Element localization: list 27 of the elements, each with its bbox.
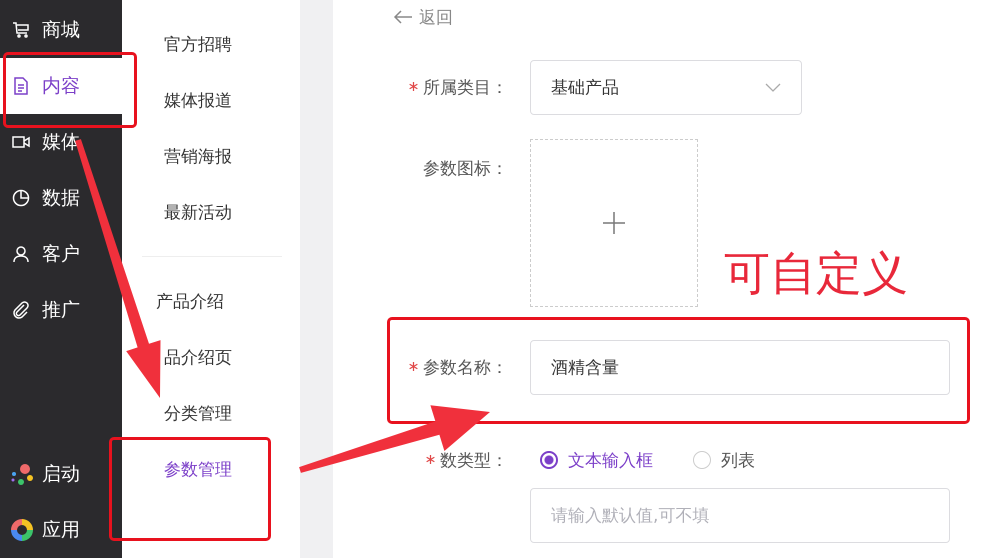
submenu-item[interactable]: 最新活动 xyxy=(164,200,232,224)
sidebar-item[interactable]: 数据 xyxy=(0,170,122,226)
app-label[interactable]: 应用 xyxy=(42,517,80,543)
sidebar-item[interactable]: 商城 xyxy=(0,2,122,58)
submenu-item[interactable]: 品介绍页 xyxy=(164,346,232,368)
category-select[interactable]: 基础产品 xyxy=(530,60,802,115)
default-value-input[interactable]: 请输入默认值,可不填 xyxy=(530,488,950,543)
submenu-item[interactable]: 分类管理 xyxy=(164,402,232,424)
name-input[interactable]: 酒精含量 xyxy=(530,340,950,395)
submenu-item[interactable]: 官方招聘 xyxy=(164,32,232,56)
field-label: 所属类目： xyxy=(423,77,508,99)
sidebar-item[interactable]: 推广 xyxy=(0,282,122,338)
radio-option[interactable]: 列表 xyxy=(693,448,755,472)
back-link[interactable]: 返回 xyxy=(393,4,453,30)
sidebar-item[interactable]: 媒体 xyxy=(0,114,122,170)
sidebar-item[interactable]: 客户 xyxy=(0,226,122,282)
sidebar-item[interactable]: 内容 xyxy=(0,58,122,114)
submenu-item[interactable]: 媒体报道 xyxy=(164,88,232,112)
field-label: 数类型： xyxy=(440,450,508,472)
field-label: 参数图标： xyxy=(423,158,508,180)
group-title: 产品介绍 xyxy=(156,290,224,312)
submenu-item[interactable]: 营销海报 xyxy=(164,144,232,168)
annotation-note: 可自定义 xyxy=(724,250,908,296)
field-label: 参数名称： xyxy=(423,357,508,379)
radio-option[interactable]: 文本输入框 xyxy=(540,448,653,472)
submenu-item[interactable]: 参数管理 xyxy=(164,458,232,480)
app-label[interactable]: 启动 xyxy=(42,461,80,487)
